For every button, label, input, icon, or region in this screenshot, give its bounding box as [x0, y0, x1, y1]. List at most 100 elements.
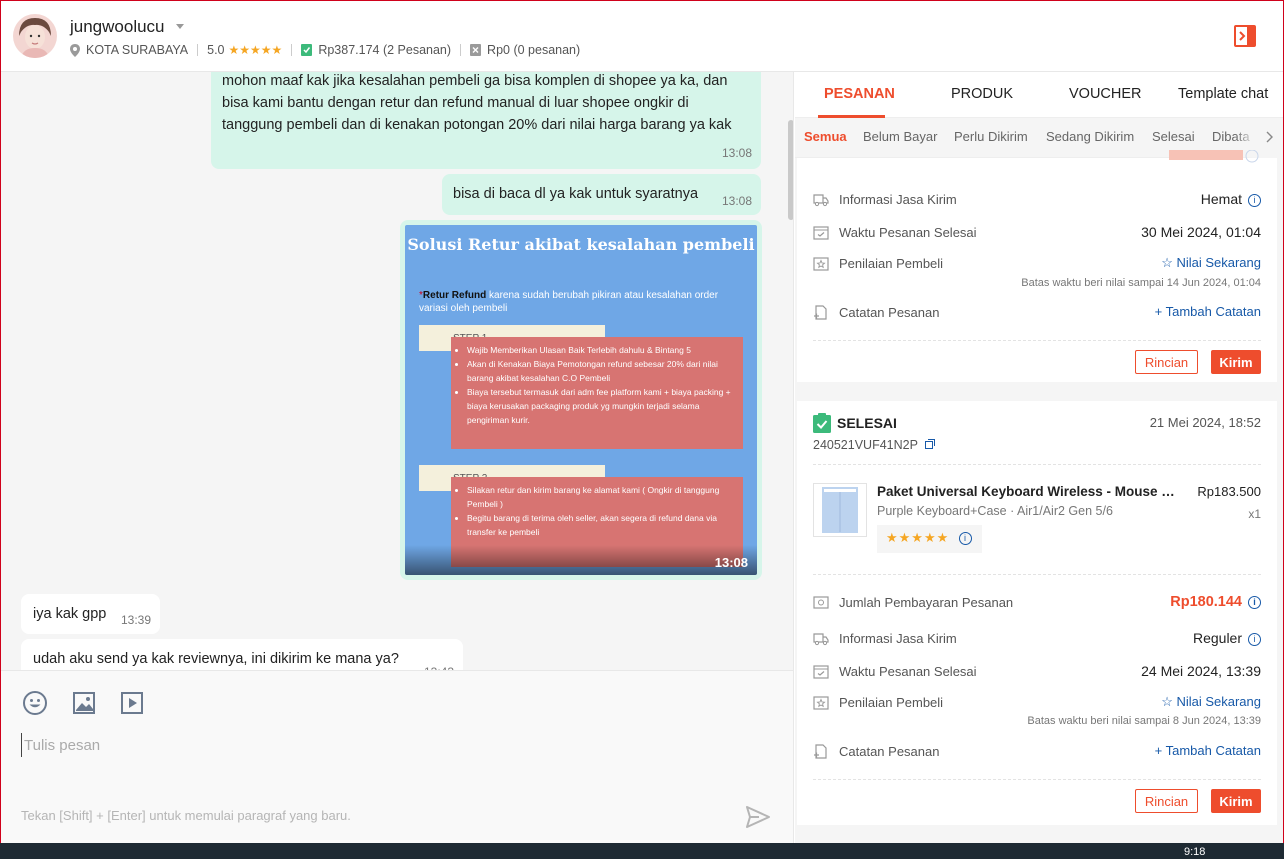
completed-status-icon	[813, 413, 831, 433]
note-label: Catatan Pesanan	[839, 305, 940, 320]
message-time: 13:08	[721, 146, 752, 160]
subtab-selesai[interactable]: Selesai	[1152, 129, 1195, 144]
shipping-value: Hemat i	[1201, 191, 1261, 207]
order-card: Informasi Jasa Kirim Hemat i Waktu Pesana…	[797, 150, 1277, 382]
order-status: SELESAI	[813, 413, 897, 433]
calendar-check-icon	[813, 665, 829, 679]
truck-icon	[813, 633, 829, 646]
completed-label: Waktu Pesanan Selesai	[839, 225, 977, 240]
add-note-link[interactable]: + Tambah Catatan	[1155, 304, 1261, 319]
message-text: udah aku send ya kak reviewnya, ini diki…	[33, 651, 399, 667]
tab-template-chat[interactable]: Template chat	[1178, 86, 1268, 102]
shipping-label: Informasi Jasa Kirim	[839, 192, 957, 207]
review-icon	[813, 257, 829, 271]
order-date: 21 Mei 2024, 18:52	[1149, 415, 1261, 430]
emoji-icon[interactable]	[22, 690, 48, 716]
chat-scrollbar[interactable]	[788, 120, 793, 220]
tab-pesanan[interactable]: PESANAN	[824, 86, 895, 102]
order-detail-button[interactable]: Rincian	[1135, 789, 1198, 813]
send-order-button[interactable]: Kirim	[1211, 789, 1261, 813]
os-taskbar: 9:18	[0, 843, 1284, 859]
video-upload-icon[interactable]	[119, 690, 145, 716]
product-variant: Purple Keyboard+Case · Air1/Air2 Gen 5/6	[877, 504, 1113, 518]
note-icon	[814, 744, 827, 759]
note-row: Catatan Pesanan + Tambah Catatan	[813, 302, 1261, 324]
info-icon[interactable]: i	[1248, 633, 1261, 646]
chevron-down-icon[interactable]	[176, 24, 184, 29]
completed-row: Waktu Pesanan Selesai 24 Mei 2024, 13:39	[813, 661, 1261, 683]
message-time: 13:43	[424, 661, 454, 670]
review-label: Penilaian Pembeli	[839, 695, 944, 710]
divider	[460, 44, 462, 56]
buyer-meta: KOTA SURABAYA 5.0 ★★★★★ Rp387.174 (2 Pes…	[70, 42, 580, 58]
paid-order-icon	[301, 44, 313, 56]
message-bubble: bisa di baca dl ya kak untuk syaratnya 1…	[442, 174, 761, 215]
product-name[interactable]: Paket Universal Keyboard Wireless - Mous…	[877, 484, 1177, 499]
rate-now-link[interactable]: ☆ Nilai Sekarang	[1161, 694, 1261, 710]
truck-icon	[813, 194, 829, 207]
message-time: 13:08	[714, 555, 748, 570]
chevron-right-icon[interactable]	[1265, 131, 1273, 143]
shipping-label: Informasi Jasa Kirim	[839, 631, 957, 646]
send-order-button[interactable]: Kirim	[1211, 350, 1261, 374]
product-quantity: x1	[1248, 507, 1261, 521]
info-icon[interactable]: i	[1248, 194, 1261, 207]
order-product[interactable]: Paket Universal Keyboard Wireless - Mous…	[813, 483, 1261, 563]
message-bubble: iya kak gpp 13:39	[21, 594, 160, 634]
info-icon[interactable]: i	[1248, 596, 1261, 609]
app-window: jungwoolucu KOTA SURABAYA 5.0 ★★★★★ Rp38…	[0, 0, 1284, 844]
chat-messages[interactable]: mohon maaf kak jika kesalahan pembeli ga…	[1, 72, 794, 670]
rating-stars: ★★★★★	[886, 530, 950, 545]
send-icon[interactable]	[745, 805, 771, 829]
collapse-panel-icon[interactable]	[1234, 25, 1256, 47]
completed-row: Waktu Pesanan Selesai 30 Mei 2024, 01:04	[813, 222, 1261, 244]
add-note-link[interactable]: + Tambah Catatan	[1155, 743, 1261, 758]
rating-stars: ★★★★★	[228, 43, 283, 57]
image-title: Solusi Retur akibat kesalahan pembeli	[407, 235, 755, 254]
divider	[197, 44, 199, 56]
location-pin-icon	[70, 43, 80, 57]
shipping-value: Reguler i	[1193, 630, 1261, 646]
subtab-semua[interactable]: Semua	[804, 129, 847, 144]
review-row: Penilaian Pembeli ☆ Nilai Sekarang	[813, 692, 1261, 714]
note-label: Catatan Pesanan	[839, 744, 940, 759]
subtab-perlu-dikirim[interactable]: Perlu Dikirim	[954, 129, 1028, 144]
username[interactable]: jungwoolucu	[70, 17, 165, 37]
buyer-rating: 5.0	[207, 43, 225, 57]
order-panel: PESANAN PRODUK VOUCHER Template chat Sem…	[795, 72, 1283, 844]
buyer-location: KOTA SURABAYA	[86, 43, 189, 57]
payment-icon	[813, 596, 829, 609]
copy-icon[interactable]	[925, 439, 936, 449]
subtab-sedang-dikirim[interactable]: Sedang Dikirim	[1046, 129, 1134, 144]
tab-voucher[interactable]: VOUCHER	[1069, 86, 1142, 102]
completed-value: 24 Mei 2024, 13:39	[1141, 663, 1261, 679]
payment-row: Jumlah Pembayaran Pesanan Rp180.144 i	[813, 592, 1261, 614]
message-time: 13:39	[120, 613, 151, 627]
info-icon[interactable]: i	[959, 532, 972, 545]
shipping-row: Informasi Jasa Kirim Hemat i	[813, 189, 1261, 211]
payment-value: Rp180.144 i	[1170, 594, 1261, 610]
review-deadline: Batas waktu beri nilai sampai 8 Jun 2024…	[1027, 715, 1261, 727]
note-row: Catatan Pesanan + Tambah Catatan	[813, 741, 1261, 763]
image-message[interactable]: Solusi Retur akibat kesalahan pembeli *R…	[400, 220, 762, 580]
message-composer: Tekan [Shift] + [Enter] untuk memulai pa…	[1, 670, 794, 844]
review-row: Penilaian Pembeli ☆ Nilai Sekarang	[813, 253, 1261, 275]
note-icon	[814, 305, 827, 320]
subtab-belum-bayar[interactable]: Belum Bayar	[863, 129, 937, 144]
image-upload-icon[interactable]	[71, 690, 97, 716]
unpaid-order-icon	[470, 44, 482, 56]
rate-now-link[interactable]: ☆ Nilai Sekarang	[1161, 255, 1261, 271]
payment-label: Jumlah Pembayaran Pesanan	[839, 595, 1014, 610]
completed-value: 30 Mei 2024, 01:04	[1141, 224, 1261, 240]
taskbar-clock: 9:18	[1184, 846, 1206, 858]
unpaid-total: Rp0 (0 pesanan)	[487, 43, 581, 57]
order-id: 240521VUF41N2P	[813, 438, 936, 452]
divider	[291, 44, 293, 56]
avatar[interactable]	[13, 14, 57, 58]
tab-produk[interactable]: PRODUK	[951, 86, 1013, 102]
return-policy-image[interactable]: Solusi Retur akibat kesalahan pembeli *R…	[405, 225, 757, 575]
completed-label: Waktu Pesanan Selesai	[839, 664, 977, 679]
order-detail-button[interactable]: Rincian	[1135, 350, 1198, 374]
message-input[interactable]	[21, 733, 761, 757]
product-thumbnail[interactable]	[813, 483, 867, 537]
